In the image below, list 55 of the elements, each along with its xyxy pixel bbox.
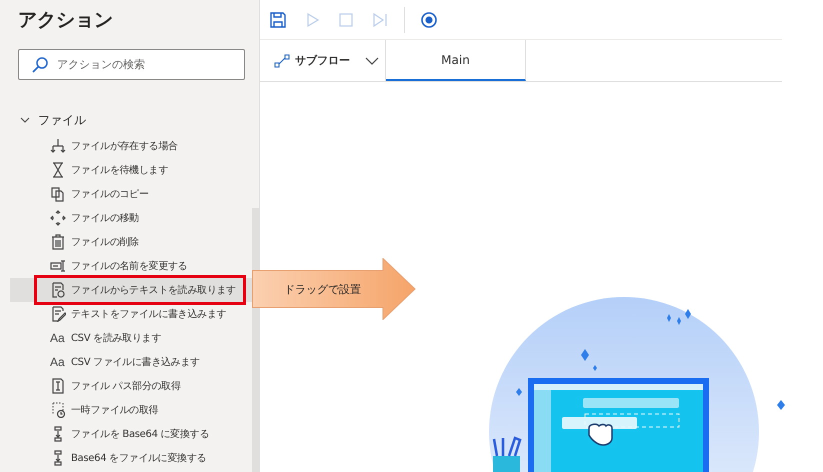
temp-file-clock-icon [50, 402, 66, 418]
item-label: ファイルからテキストを読み取ります [71, 284, 236, 297]
document-path-icon [50, 378, 66, 394]
action-item[interactable]: テキストをファイルに書き込みます [10, 302, 252, 326]
chevron-icon [20, 115, 30, 125]
item-label: 一時ファイルの取得 [71, 404, 158, 417]
save-icon [269, 10, 287, 28]
action-item[interactable]: ファイルからテキストを読み取ります [10, 278, 252, 302]
panel-title: アクション [18, 8, 114, 33]
hourglass-icon [50, 162, 66, 178]
action-item[interactable]: Base64 をファイルに変換する [10, 446, 252, 470]
stop-icon [337, 10, 355, 28]
text-icon: Aa [50, 355, 66, 369]
document-read-icon [50, 282, 66, 298]
subflow-icon [274, 54, 290, 68]
item-label: CSV ファイルに書き込みます [71, 356, 200, 369]
chevron-down-icon [365, 56, 379, 64]
action-item[interactable]: ファイルの削除 [10, 230, 252, 254]
search-icon [32, 57, 48, 73]
item-label: ファイルの削除 [71, 236, 139, 249]
category-header[interactable]: ファイル [20, 110, 259, 130]
move-icon [50, 210, 66, 226]
item-label: ファイルのコピー [71, 188, 149, 201]
action-item[interactable]: 一時ファイルの取得 [10, 398, 252, 422]
item-label: ファイル パス部分の取得 [71, 380, 181, 393]
item-label: ファイルの名前を変更する [71, 260, 188, 273]
action-item[interactable]: Aa CSV ファイルに書き込みます [10, 350, 252, 374]
record-button[interactable] [419, 10, 439, 30]
item-label: ファイルを待機します [71, 164, 168, 177]
action-item[interactable]: ファイル パス部分の取得 [10, 374, 252, 398]
text-icon: Aa [50, 331, 66, 345]
callout-arrow: ドラッグで設置 [252, 258, 416, 320]
action-item[interactable]: ファイルの名前を変更する [10, 254, 252, 278]
step-icon [371, 10, 389, 28]
save-button[interactable] [268, 10, 288, 30]
branch-icon [50, 138, 66, 154]
item-label: テキストをファイルに書き込みます [71, 308, 226, 321]
action-item[interactable]: ファイルを待機します [10, 158, 252, 182]
rename-icon [50, 258, 66, 274]
item-label: CSV を読み取ります [71, 332, 162, 345]
item-label: Base64 をファイルに変換する [71, 452, 206, 465]
flow-tab[interactable]: Main [386, 40, 526, 81]
trash-icon [50, 234, 66, 250]
action-item[interactable]: ファイルのコピー [10, 182, 252, 206]
item-label: ファイルが存在する場合 [71, 140, 178, 153]
action-item[interactable]: ファイルが存在する場合 [10, 134, 252, 158]
record-icon [420, 10, 438, 28]
item-label: ファイルを Base64 に変換する [71, 428, 210, 441]
copy-icon [50, 186, 66, 202]
action-item[interactable]: ファイルを Base64 に変換する [10, 422, 252, 446]
item-label: ファイルの移動 [71, 212, 139, 225]
document-write-icon [50, 306, 66, 322]
action-item[interactable]: ファイルの移動 [10, 206, 252, 230]
search-field[interactable]: アクションの検索 [18, 49, 245, 80]
action-item[interactable]: Aa CSV を読み取ります [10, 326, 252, 350]
